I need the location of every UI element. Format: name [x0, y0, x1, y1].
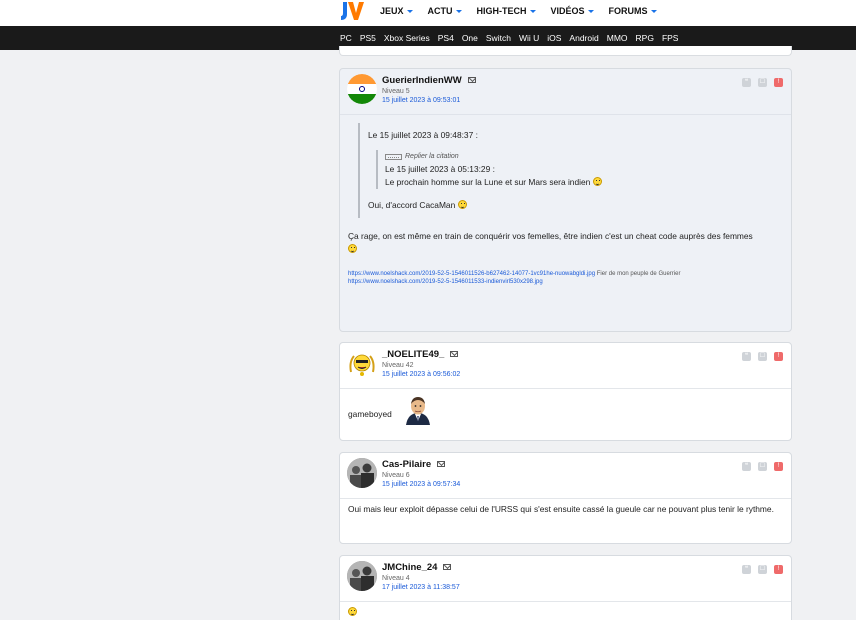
post-actions: ❝ ☐ !: [742, 565, 783, 574]
post-date-link[interactable]: 17 juillet 2023 à 11:38:57: [382, 584, 460, 591]
platform-one[interactable]: One: [462, 33, 478, 43]
nav-actu[interactable]: ACTU: [428, 6, 462, 16]
laughing-smiley-icon: [348, 607, 357, 616]
macron-sticker-image: [400, 395, 437, 425]
chevron-down-icon: [587, 9, 594, 13]
platform-mmo[interactable]: MMO: [607, 33, 628, 43]
post-text: Ça rage, on est même en train de conquér…: [348, 230, 783, 256]
forum-post: Cas-Pilaire Niveau 6 15 juillet 2023 à 0…: [339, 452, 792, 544]
signature-link[interactable]: https://www.noelshack.com/2019-52-5-1546…: [348, 279, 543, 285]
quote-title: Le 15 juillet 2023 à 09:48:37 :: [368, 130, 478, 140]
author-level: Niveau 6: [382, 472, 410, 479]
post-body: gameboyed: [340, 389, 791, 433]
platform-wii-u[interactable]: Wii U: [519, 33, 539, 43]
signature: https://www.noelshack.com/2019-52-5-1546…: [348, 271, 681, 285]
avatar[interactable]: [347, 561, 377, 591]
post-author[interactable]: Cas-Pilaire: [382, 459, 446, 470]
forum-post: _NOELITE49_ Niveau 42 15 juillet 2023 à …: [339, 342, 792, 441]
collapse-icon: [385, 153, 402, 160]
blacklist-icon[interactable]: ☐: [758, 78, 767, 87]
post-body: [340, 602, 791, 620]
author-level: Niveau 4: [382, 575, 410, 582]
chevron-down-icon: [406, 9, 413, 13]
chevron-down-icon: [650, 9, 657, 13]
post-header: _NOELITE49_ Niveau 42 15 juillet 2023 à …: [340, 343, 791, 389]
chevron-down-icon: [455, 9, 462, 13]
post-author[interactable]: _NOELITE49_: [382, 349, 459, 360]
quote-icon[interactable]: ❝: [742, 565, 751, 574]
previous-post-bottom: [339, 46, 792, 56]
post-header: JMChine_24 Niveau 4 17 juillet 2023 à 11…: [340, 556, 791, 602]
author-level: Niveau 5: [382, 88, 410, 95]
mail-icon[interactable]: [450, 351, 459, 357]
blacklist-icon[interactable]: ☐: [758, 352, 767, 361]
avatar[interactable]: [347, 458, 377, 488]
platform-fps[interactable]: FPS: [662, 33, 679, 43]
platform-ps4[interactable]: PS4: [438, 33, 454, 43]
group-photo-icon: [347, 561, 377, 591]
nested-quote-text: Le prochain homme sur la Lune et sur Mar…: [385, 176, 783, 189]
avatar[interactable]: [347, 348, 377, 378]
jv-logo[interactable]: [338, 0, 364, 22]
signature-link[interactable]: https://www.noelshack.com/2019-52-5-1546…: [348, 271, 595, 277]
report-icon[interactable]: !: [774, 78, 783, 87]
post-header: GuerierIndienWW Niveau 5 15 juillet 2023…: [340, 69, 791, 115]
author-level: Niveau 42: [382, 362, 414, 369]
quote-block: Le 15 juillet 2023 à 09:48:37 : Replier …: [358, 123, 783, 218]
post-date-link[interactable]: 15 juillet 2023 à 09:56:02: [382, 371, 460, 378]
post-actions: ❝ ☐ !: [742, 462, 783, 471]
platform-rpg[interactable]: RPG: [636, 33, 654, 43]
post-body: Le 15 juillet 2023 à 09:48:37 : Replier …: [340, 115, 791, 294]
india-flag-icon: [347, 74, 377, 104]
smiley-icon: [457, 200, 467, 209]
smiley-icon: [348, 244, 357, 253]
top-header: JEUX ACTU HIGH-TECH VIDÉOS FORUMS: [0, 0, 856, 26]
platform-pc[interactable]: PC: [340, 33, 352, 43]
post-actions: ❝ ☐ !: [742, 78, 783, 87]
post-author[interactable]: JMChine_24: [382, 562, 452, 573]
nav-jeux[interactable]: JEUX: [380, 6, 413, 16]
nav-high-tech[interactable]: HIGH-TECH: [477, 6, 536, 16]
quote-text: Oui, d'accord CacaMan: [368, 199, 783, 212]
quote-icon[interactable]: ❝: [742, 352, 751, 361]
mail-icon[interactable]: [437, 461, 446, 467]
post-text: gameboyed: [348, 409, 392, 419]
smiley-icon: [592, 177, 602, 186]
nested-quote-title: Le 15 juillet 2023 à 05:13:29 :: [385, 164, 495, 174]
blacklist-icon[interactable]: ☐: [758, 565, 767, 574]
chevron-down-icon: [529, 9, 536, 13]
post-author[interactable]: GuerierIndienWW: [382, 75, 476, 86]
platform-android[interactable]: Android: [569, 33, 598, 43]
forum-post: GuerierIndienWW Niveau 5 15 juillet 2023…: [339, 68, 792, 332]
collapse-quote-button[interactable]: Replier la citation: [385, 150, 783, 163]
blacklist-icon[interactable]: ☐: [758, 462, 767, 471]
post-date-link[interactable]: 15 juillet 2023 à 09:53:01: [382, 97, 460, 104]
post-text: Oui mais leur exploit dépasse celui de l…: [348, 504, 774, 514]
report-icon[interactable]: !: [774, 565, 783, 574]
platform-xbox-series[interactable]: Xbox Series: [384, 33, 430, 43]
platform-ps5[interactable]: PS5: [360, 33, 376, 43]
report-icon[interactable]: !: [774, 462, 783, 471]
mail-icon[interactable]: [443, 564, 452, 570]
main-nav: JEUX ACTU HIGH-TECH VIDÉOS FORUMS: [380, 6, 672, 16]
nav-videos[interactable]: VIDÉOS: [551, 6, 594, 16]
nav-forums[interactable]: FORUMS: [609, 6, 657, 16]
forum-post: JMChine_24 Niveau 4 17 juillet 2023 à 11…: [339, 555, 792, 620]
post-header: Cas-Pilaire Niveau 6 15 juillet 2023 à 0…: [340, 453, 791, 499]
avatar[interactable]: [347, 74, 377, 104]
report-icon[interactable]: !: [774, 352, 783, 361]
post-body: Oui mais leur exploit dépasse celui de l…: [340, 499, 791, 524]
nested-quote-block: Replier la citation Le 15 juillet 2023 à…: [376, 150, 783, 189]
post-actions: ❝ ☐ !: [742, 352, 783, 361]
platform-ios[interactable]: iOS: [547, 33, 561, 43]
platform-switch[interactable]: Switch: [486, 33, 511, 43]
post-date-link[interactable]: 15 juillet 2023 à 09:57:34: [382, 481, 460, 488]
group-photo-icon: [347, 458, 377, 488]
noelite-smiley-icon: [349, 354, 375, 376]
quote-icon[interactable]: ❝: [742, 78, 751, 87]
quote-icon[interactable]: ❝: [742, 462, 751, 471]
mail-icon[interactable]: [467, 77, 476, 83]
